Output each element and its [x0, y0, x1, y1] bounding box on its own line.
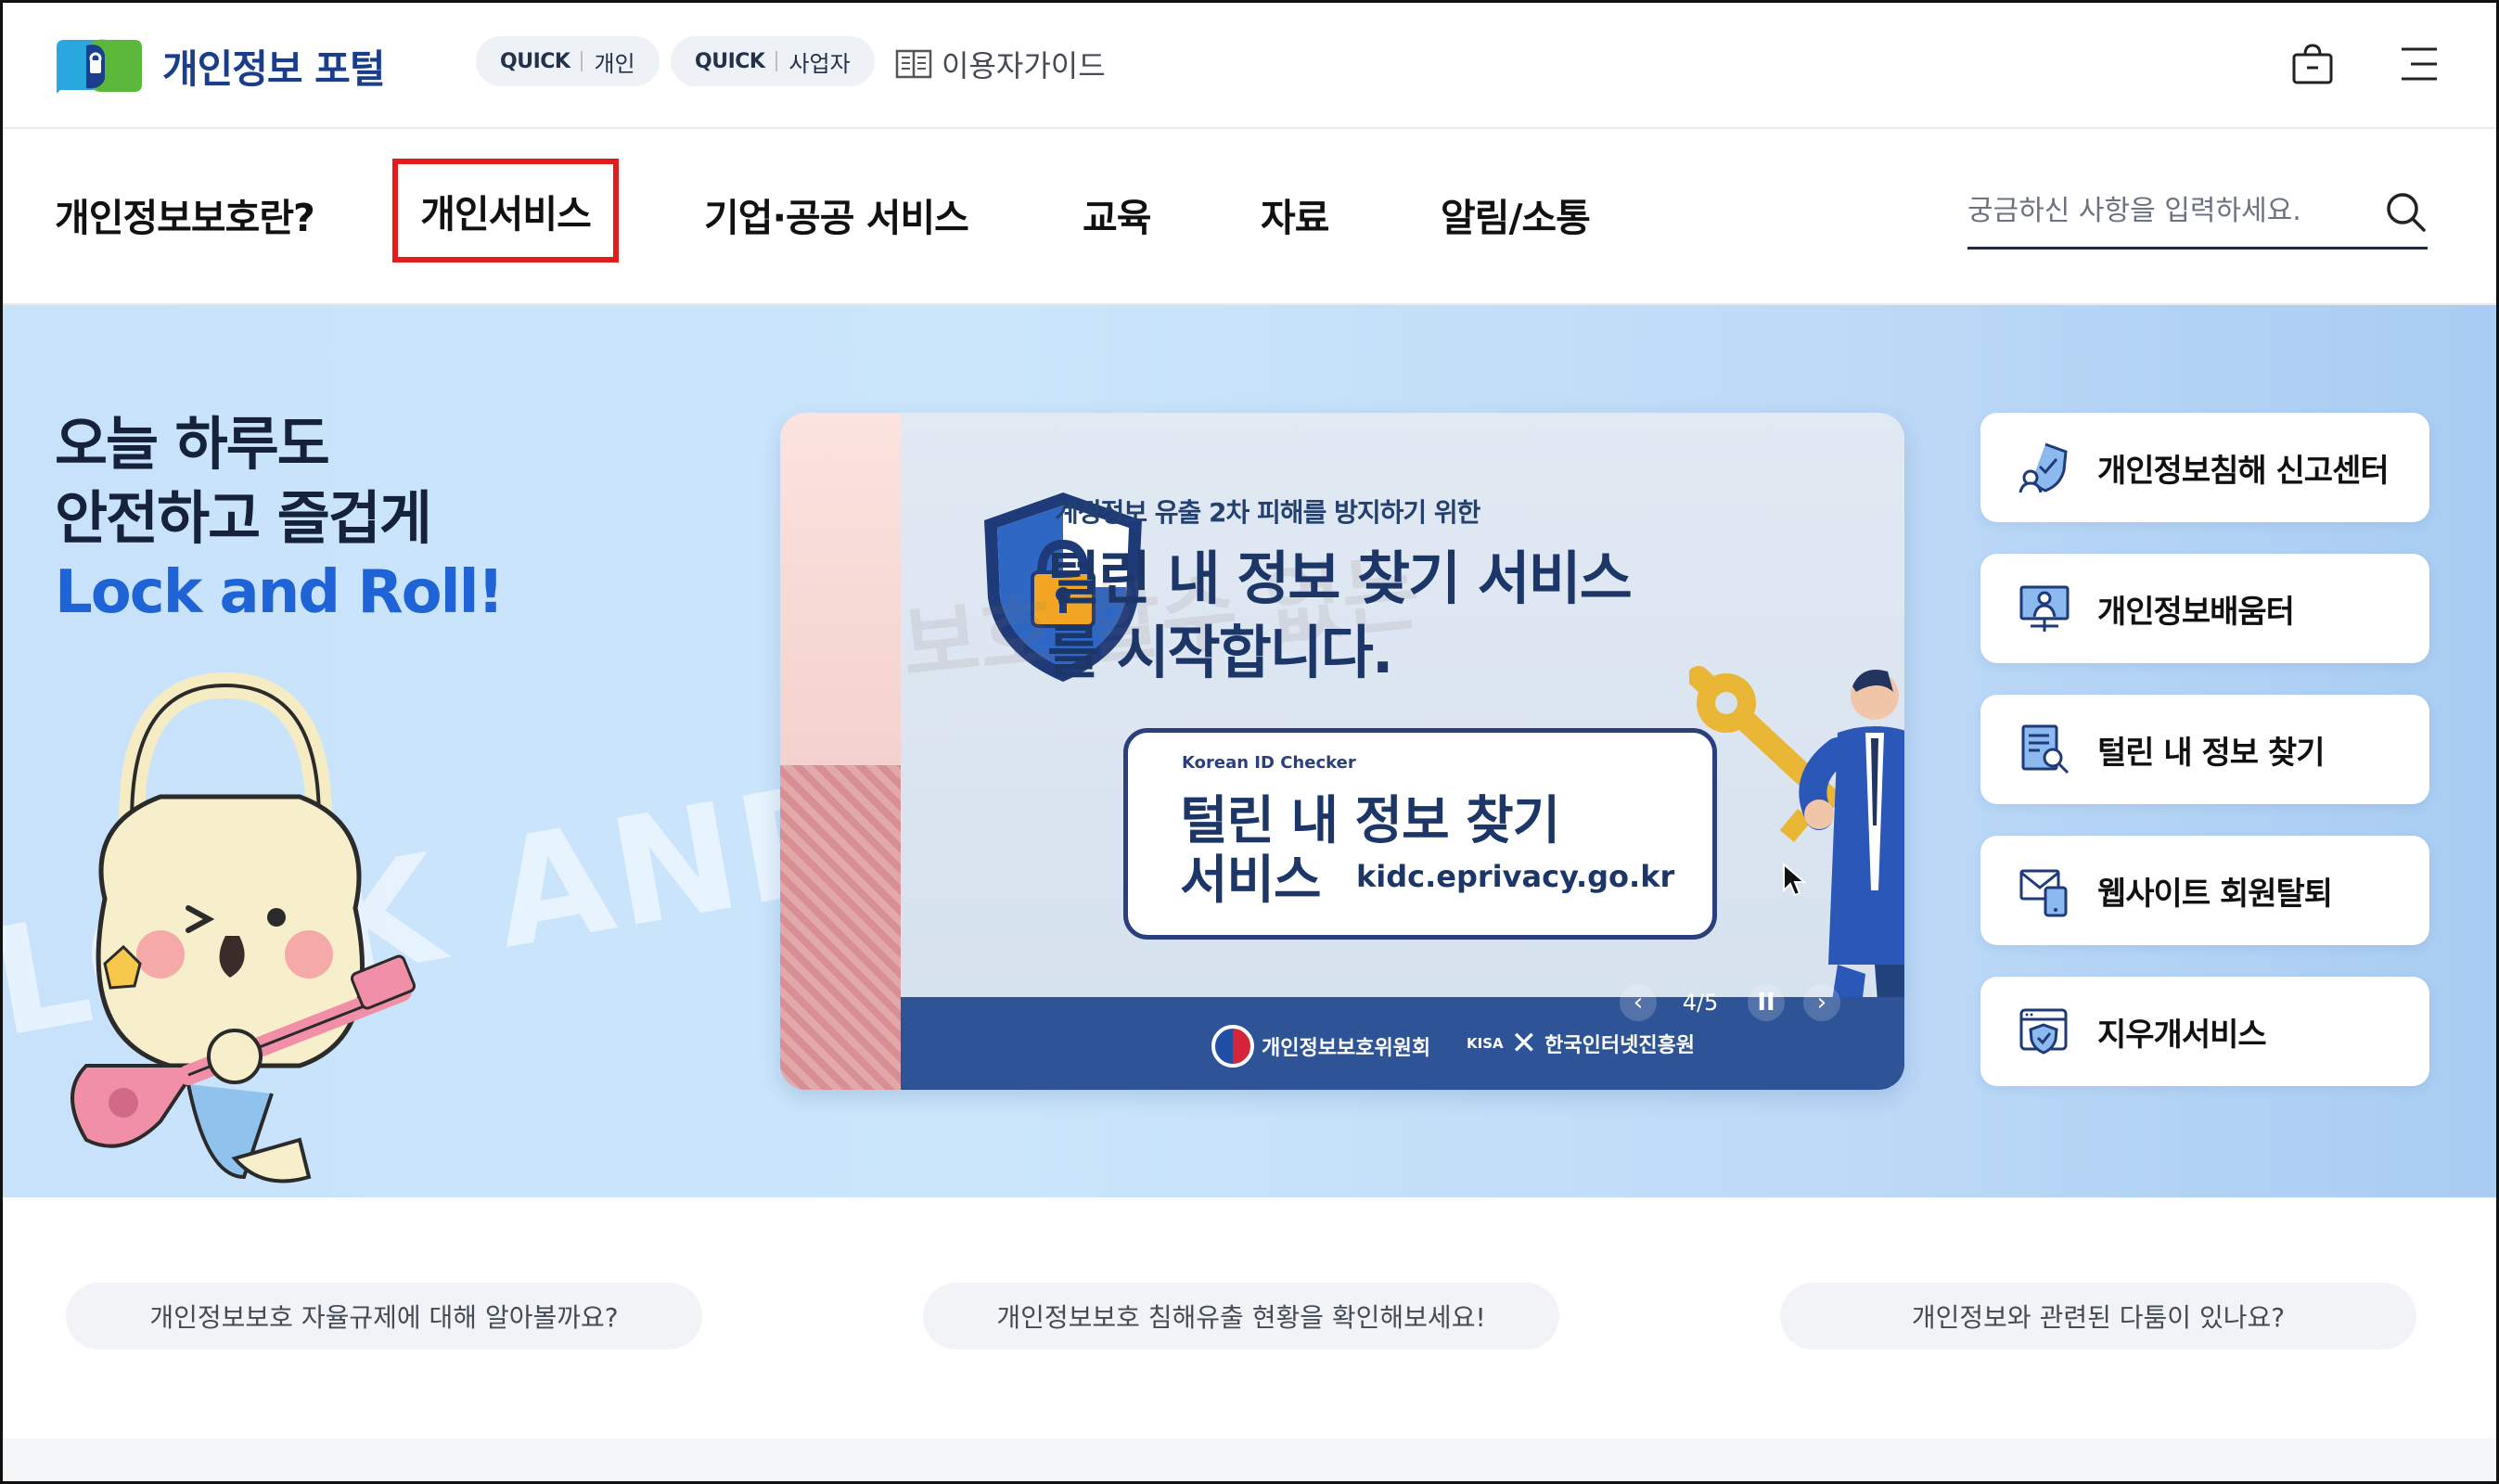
korea-emblem-icon	[1211, 1025, 1254, 1068]
monitor-presenter-icon	[2019, 585, 2070, 632]
slide-counter: 4/5	[1682, 990, 1719, 1016]
hero-line-3: Lock and Roll!	[55, 558, 505, 627]
side-item-label: 개인정보배움터	[2097, 593, 2295, 631]
card-label: Korean ID Checker	[1182, 753, 1356, 773]
hero-line-2: 안전하고 즐겁게	[55, 484, 432, 552]
slide-pause-button[interactable]: II	[1748, 984, 1785, 1021]
quick-tag: QUICK	[500, 49, 570, 73]
nav-item-business-public-service[interactable]: 기업·공공 서비스	[704, 185, 969, 244]
dispute-link[interactable]: 개인정보와 관련된 다툼이 있나요?	[1780, 1283, 2416, 1350]
quick-tag: QUICK	[695, 49, 765, 73]
hero-headline: 오늘 하루도 안전하고 즐겁게 Lock and Roll!	[55, 407, 611, 630]
self-regulation-link[interactable]: 개인정보보호 자율규제에 대해 알아볼까요?	[66, 1283, 702, 1350]
search-input[interactable]	[1967, 195, 2383, 227]
hero-line-1: 오늘 하루도	[55, 410, 330, 478]
side-item-privacy-learning[interactable]: 개인정보배움터	[1980, 554, 2429, 663]
nav-item-personal-service[interactable]: 개인서비스	[392, 159, 619, 262]
slide-prev-button[interactable]: ‹	[1620, 984, 1657, 1021]
side-item-website-withdrawal[interactable]: 웹사이트 회원탈퇴	[1980, 836, 2429, 945]
document-search-icon	[2021, 724, 2070, 774]
card-title-line-2: 서비스	[1180, 851, 1322, 911]
quick-personal-label: 개인	[594, 50, 635, 77]
kisa-prefix: KISA	[1467, 1035, 1504, 1052]
banner-title-line-1: 털린 내 정보 찾기 서비스	[1047, 544, 1633, 612]
side-item-eraser-service[interactable]: 지우개서비스	[1980, 977, 2429, 1086]
nav-item-notice[interactable]: 알림/소통	[1441, 185, 1591, 244]
browser-shield-icon	[2019, 1008, 2068, 1055]
user-guide-link[interactable]: 이용자가이드	[895, 44, 1106, 84]
browser-frame: 개인정보 포털 QUICK 개인 QUICK 사업자 이용자가이드 개인정보보호…	[0, 0, 2499, 1484]
side-item-label: 지우개서비스	[2097, 1016, 2267, 1054]
nav-item-privacy-intro[interactable]: 개인정보보호란?	[55, 185, 315, 244]
user-guide-label: 이용자가이드	[942, 48, 1106, 83]
next-section-edge	[3, 1439, 2496, 1481]
nav-item-education[interactable]: 교육	[1083, 185, 1151, 244]
quick-personal-button[interactable]: QUICK 개인	[476, 36, 660, 86]
quick-service-menu: 개인정보침해 신고센터 개인정보배움터 털린 내 정보 찾기 웹사이트 회원탈퇴…	[1980, 413, 2429, 1086]
breach-status-link[interactable]: 개인정보보호 침해유출 현황을 확인해보세요!	[923, 1283, 1559, 1350]
side-item-privacy-report-center[interactable]: 개인정보침해 신고센터	[1980, 413, 2429, 522]
kisa-logo: KISA ✕ 한국인터넷진흥원	[1467, 1025, 1695, 1062]
search-bar	[1967, 175, 2428, 249]
shield-user-icon	[2018, 442, 2068, 493]
top-bar: 개인정보 포털 QUICK 개인 QUICK 사업자 이용자가이드	[3, 3, 2496, 129]
slide-next-button[interactable]: ›	[1803, 984, 1840, 1021]
nav-item-resources[interactable]: 자료	[1261, 185, 1329, 244]
banner-title-line-2: 를 시작합니다.	[1047, 619, 1393, 686]
banner-subtitle: 계정정보 유출 2차 피해를 방지하기 위한	[1055, 497, 1480, 528]
org2-name: 한국인터넷진흥원	[1544, 1034, 1696, 1057]
quick-business-button[interactable]: QUICK 사업자	[671, 36, 875, 86]
site-logo[interactable]: 개인정보 포털	[53, 36, 385, 96]
side-item-label: 웹사이트 회원탈퇴	[2097, 875, 2333, 913]
logo-text: 개인정보 포털	[162, 45, 385, 92]
card-url: kidc.eprivacy.go.kr	[1356, 859, 1675, 894]
hamburger-menu-icon[interactable]	[2394, 40, 2442, 88]
divider	[775, 51, 778, 71]
promo-banner-slider[interactable]: 보호 할수 없는 계정정보 유출 2차 피해를 방지하기 위한 털린 내 정보 …	[780, 413, 1904, 1090]
lock-bag-icon[interactable]	[2288, 40, 2337, 88]
logo-mark-icon	[57, 39, 142, 94]
pipc-logo: 개인정보보호위원회	[1211, 1025, 1430, 1068]
side-item-label: 개인정보침해 신고센터	[2097, 452, 2390, 490]
divider	[581, 51, 583, 71]
side-item-leaked-info-check[interactable]: 털린 내 정보 찾기	[1980, 695, 2429, 804]
search-icon[interactable]	[2383, 189, 2428, 234]
book-icon	[895, 49, 932, 79]
main-navigation: 개인정보보호란? 개인서비스 기업·공공 서비스 교육 자료 알림/소통	[3, 129, 2496, 305]
mouse-cursor-icon	[1783, 863, 1806, 897]
kisa-x-icon: ✕	[1510, 1025, 1538, 1062]
previous-slide-peek	[780, 413, 901, 1090]
shirt-pattern	[780, 765, 901, 1090]
quick-business-label: 사업자	[788, 50, 851, 77]
banner-service-card: Korean ID Checker 털린 내 정보 찾기 서비스 kidc.ep…	[1123, 728, 1717, 940]
side-item-label: 털린 내 정보 찾기	[2097, 734, 2325, 772]
hero-section: LOCK AND ROLL 오늘 하루도 안전하고 즐겁게 Lock and R…	[3, 305, 2496, 1197]
mail-phone-icon	[2019, 869, 2068, 917]
org1-name: 개인정보보호위원회	[1262, 1037, 1431, 1060]
lock-mascot-illustration	[70, 672, 416, 1183]
